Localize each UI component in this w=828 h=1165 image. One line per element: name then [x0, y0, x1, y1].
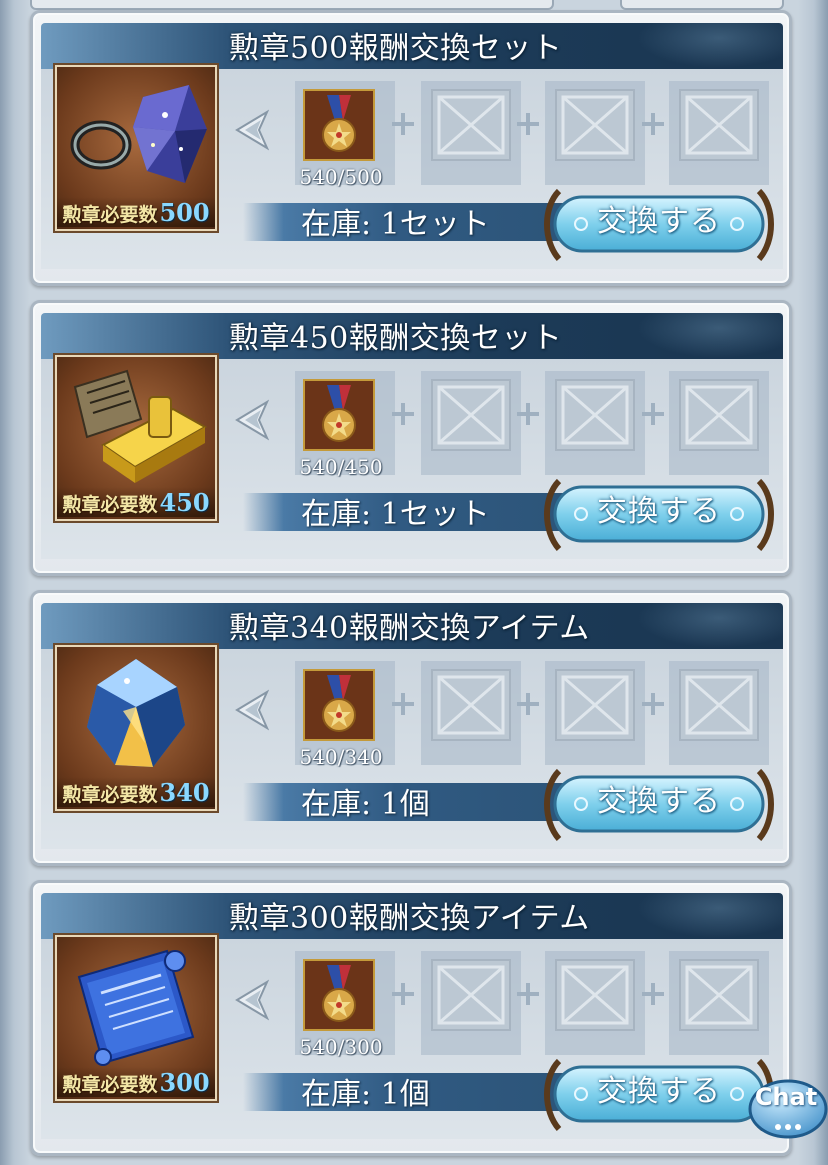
exchange-button-label: 交換する	[597, 204, 721, 239]
exchange-button-label: 交換する	[597, 784, 721, 819]
required-medals-label: 勲章必要数 500	[57, 197, 215, 227]
empty-item-slot	[679, 89, 759, 161]
empty-item-slot	[679, 669, 759, 741]
card-title: 勲章500報酬交換セット	[229, 31, 563, 66]
empty-item-slot	[431, 669, 511, 741]
empty-slot-x-icon	[685, 95, 753, 155]
required-medals-label: 勲章必要数 340	[57, 777, 215, 807]
exchange-card: 勲章340報酬交換アイテム 勲章必要数 340 540/340 在庫: 1個 交…	[30, 590, 792, 866]
required-value: 450	[159, 488, 210, 517]
empty-slot-x-icon	[561, 675, 629, 735]
plus-icon	[642, 983, 664, 1005]
empty-slot-x-icon	[561, 385, 629, 445]
arrow-left-icon	[235, 689, 269, 731]
required-label-text: 勲章必要数	[62, 204, 158, 226]
required-label-text: 勲章必要数	[62, 784, 158, 806]
arrow-left-icon	[235, 109, 269, 151]
stock-text: 在庫: 1セット	[301, 207, 490, 242]
required-medals-label: 勲章必要数 450	[57, 487, 215, 517]
medal-count: 540/500	[299, 165, 383, 189]
medal-icon	[305, 961, 373, 1029]
exchange-card: 勲章450報酬交換セット 勲章必要数 450 540/450 在庫: 1セット …	[30, 300, 792, 576]
empty-slot-x-icon	[437, 675, 505, 735]
empty-item-slot	[555, 669, 635, 741]
empty-slot-x-icon	[437, 95, 505, 155]
required-value: 500	[159, 198, 210, 227]
gold-bar-and-scroll-icon	[73, 369, 208, 483]
exchange-button[interactable]: 交換する	[541, 477, 777, 555]
exchange-button[interactable]: 交換する	[541, 1057, 777, 1135]
required-medals-label: 勲章必要数 300	[57, 1067, 215, 1097]
empty-item-slot	[431, 379, 511, 451]
medal-icon	[305, 381, 373, 449]
stock-text: 在庫: 1個	[301, 787, 430, 822]
required-value: 300	[159, 1068, 210, 1097]
stock-text: 在庫: 1個	[301, 1077, 430, 1112]
medal-item-slot[interactable]	[303, 379, 375, 451]
empty-slot-x-icon	[685, 675, 753, 735]
required-label-text: 勲章必要数	[62, 1074, 158, 1096]
exchange-button-label: 交換する	[597, 1074, 721, 1109]
required-label-text: 勲章必要数	[62, 494, 158, 516]
medal-icon	[305, 671, 373, 739]
exchange-button[interactable]: 交換する	[541, 767, 777, 845]
exchange-card: 勲章300報酬交換アイテム 勲章必要数 300 540/300 在庫: 1個 交…	[30, 880, 792, 1156]
ring-and-crystal-icon	[70, 85, 207, 183]
plus-icon	[517, 983, 539, 1005]
reward-thumbnail[interactable]: 勲章必要数 500	[53, 63, 219, 233]
card-title: 勲章300報酬交換アイテム	[229, 901, 590, 936]
plus-icon	[642, 693, 664, 715]
medal-count: 540/300	[299, 1035, 383, 1059]
stock-text: 在庫: 1セット	[301, 497, 490, 532]
exchange-button[interactable]: 交換する	[541, 187, 777, 265]
empty-slot-x-icon	[437, 965, 505, 1025]
arrow-left-icon	[235, 979, 269, 1021]
card-title: 勲章450報酬交換セット	[229, 321, 563, 356]
empty-item-slot	[431, 89, 511, 161]
empty-item-slot	[555, 89, 635, 161]
card-title: 勲章340報酬交換アイテム	[229, 611, 590, 646]
empty-item-slot	[679, 379, 759, 451]
empty-slot-x-icon	[561, 95, 629, 155]
plus-icon	[517, 693, 539, 715]
reward-thumbnail[interactable]: 勲章必要数 340	[53, 643, 219, 813]
plus-icon	[517, 403, 539, 425]
empty-item-slot	[679, 959, 759, 1031]
arrow-left-icon	[235, 399, 269, 441]
previous-card-edge	[30, 0, 554, 10]
plus-icon	[392, 693, 414, 715]
exchange-button-label: 交換する	[597, 494, 721, 529]
reward-thumbnail[interactable]: 勲章必要数 450	[53, 353, 219, 523]
empty-item-slot	[555, 379, 635, 451]
empty-slot-x-icon	[437, 385, 505, 445]
medal-count: 540/340	[299, 745, 383, 769]
empty-item-slot	[555, 959, 635, 1031]
medal-item-slot[interactable]	[303, 669, 375, 741]
medal-icon	[305, 91, 373, 159]
plus-icon	[392, 403, 414, 425]
exchange-card: 勲章500報酬交換セット 勲章必要数 500 540/500 在庫: 1セット …	[30, 10, 792, 286]
plus-icon	[642, 113, 664, 135]
previous-button-edge	[620, 0, 784, 10]
blue-scroll-icon	[77, 949, 195, 1066]
required-value: 340	[159, 778, 210, 807]
chat-button[interactable]: Chat	[744, 1075, 828, 1145]
medal-item-slot[interactable]	[303, 89, 375, 161]
empty-slot-x-icon	[685, 965, 753, 1025]
plus-icon	[392, 113, 414, 135]
medal-count: 540/450	[299, 455, 383, 479]
empty-slot-x-icon	[685, 385, 753, 445]
plus-icon	[517, 113, 539, 135]
empty-item-slot	[431, 959, 511, 1031]
reward-thumbnail[interactable]: 勲章必要数 300	[53, 933, 219, 1103]
plus-icon	[642, 403, 664, 425]
chat-label: Chat	[754, 1083, 818, 1111]
medal-item-slot[interactable]	[303, 959, 375, 1031]
gem-icon	[87, 659, 185, 767]
plus-icon	[392, 983, 414, 1005]
empty-slot-x-icon	[561, 965, 629, 1025]
